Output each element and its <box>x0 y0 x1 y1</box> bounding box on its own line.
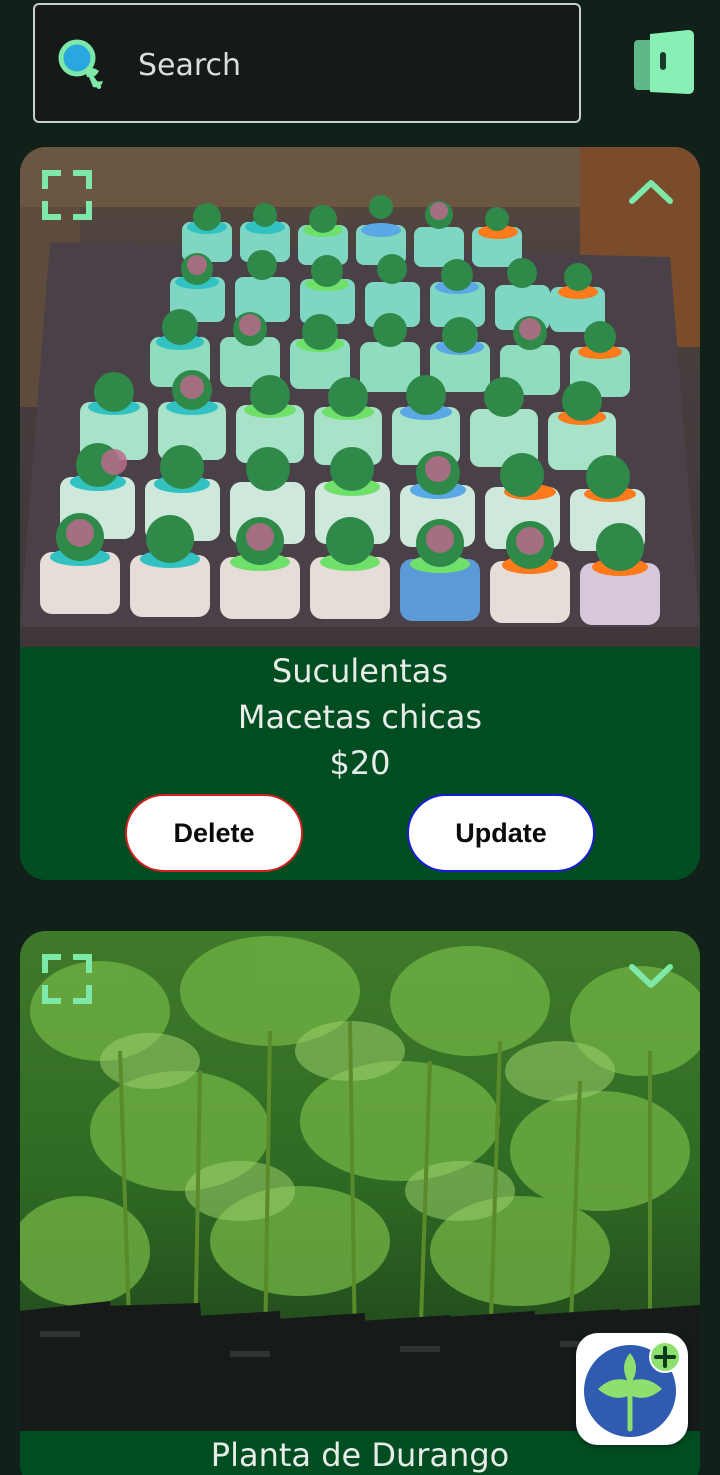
plant-card: Suculentas Macetas chicas $20 Delete Upd… <box>20 147 700 880</box>
plant-photo <box>20 147 700 647</box>
plant-name: Suculentas <box>271 652 449 690</box>
plant-description: Macetas chicas <box>237 698 483 736</box>
chevron-down-icon[interactable] <box>628 961 674 991</box>
plant-price: $20 <box>329 744 391 782</box>
search-bar[interactable] <box>33 3 581 123</box>
plant-info: Suculentas Macetas chicas $20 <box>20 647 700 786</box>
fullscreen-expand-icon[interactable] <box>42 170 92 220</box>
add-plant-icon <box>584 1341 681 1437</box>
add-plant-button[interactable] <box>576 1333 688 1445</box>
chevron-up-icon[interactable] <box>628 177 674 207</box>
app-root: Suculentas Macetas chicas $20 Delete Upd… <box>0 0 720 1475</box>
update-button[interactable]: Update <box>407 794 595 872</box>
logout-door-icon[interactable] <box>630 28 696 98</box>
delete-button[interactable]: Delete <box>125 794 303 872</box>
search-icon <box>58 39 103 89</box>
fullscreen-expand-icon[interactable] <box>42 954 92 1004</box>
search-input[interactable] <box>138 35 558 95</box>
